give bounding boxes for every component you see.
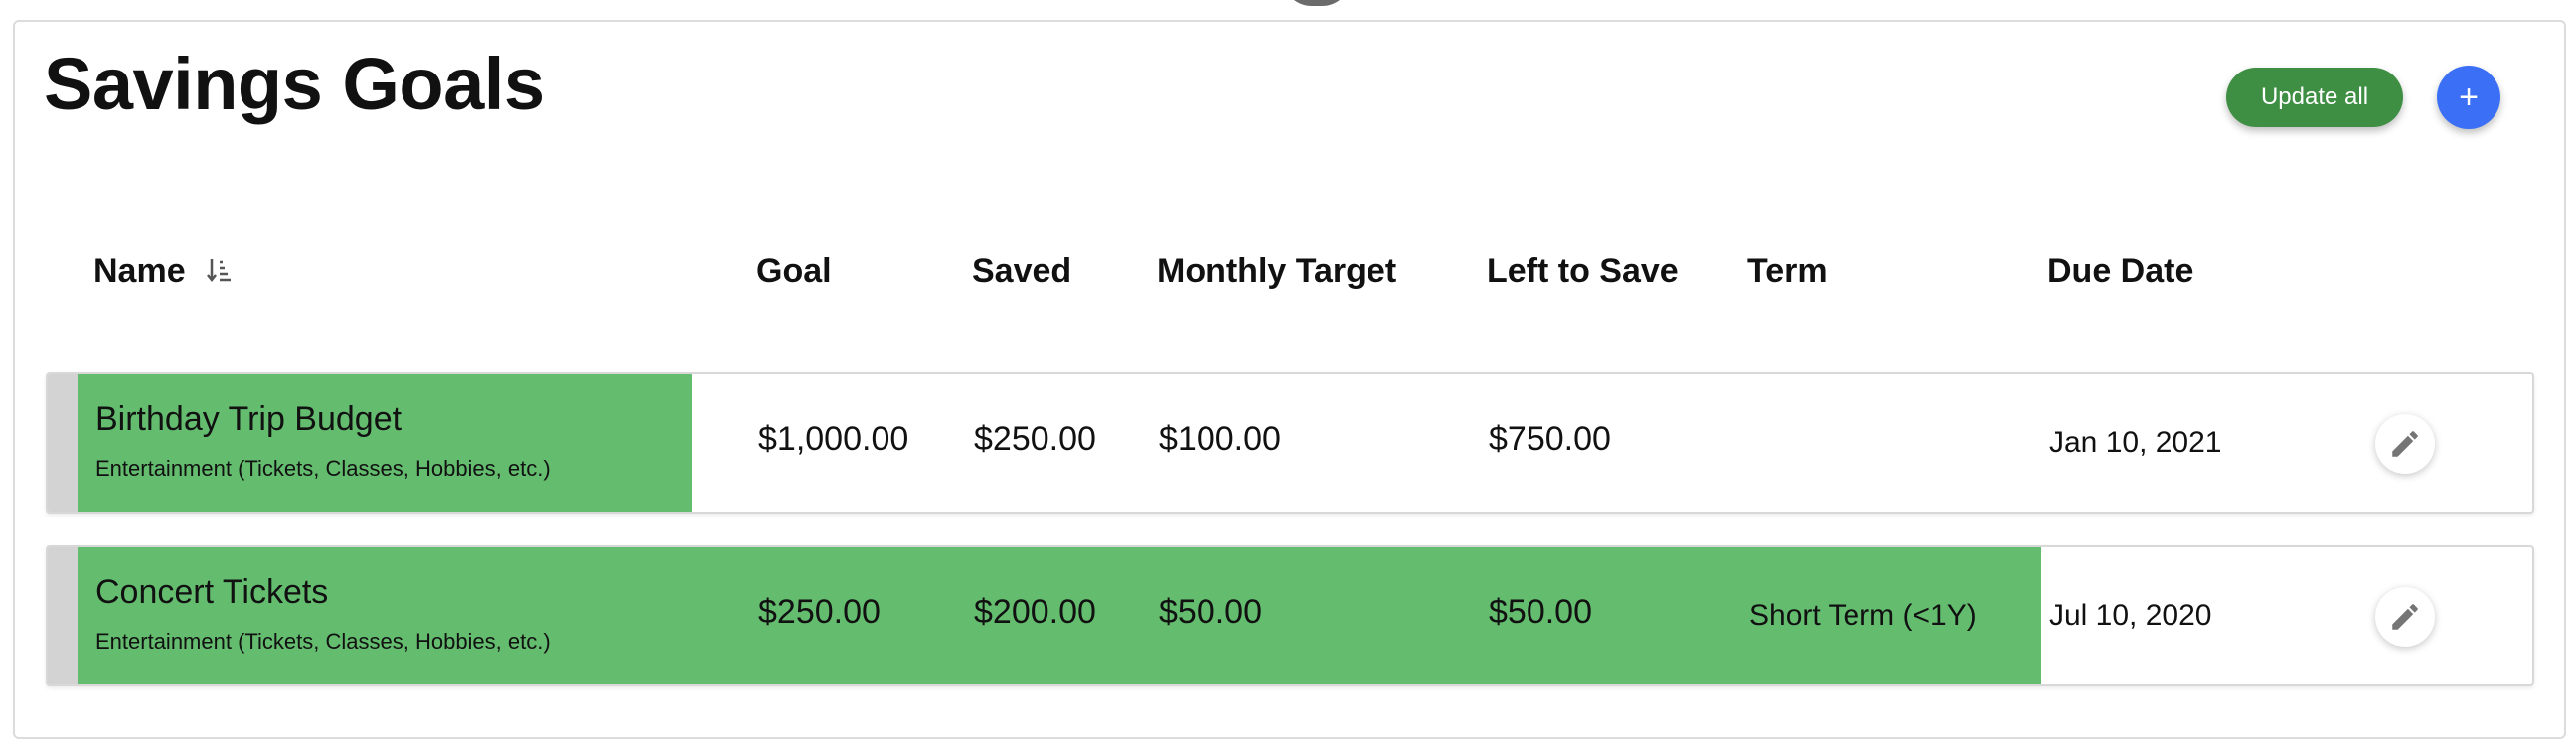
saved-amount: $200.00 — [974, 593, 1096, 631]
goal-category: Entertainment (Tickets, Classes, Hobbies… — [95, 456, 551, 481]
column-header-term[interactable]: Term — [1747, 252, 1828, 291]
goal-row[interactable]: Concert Tickets Entertainment (Tickets, … — [46, 545, 2534, 686]
monthly-target: $100.00 — [1159, 420, 1281, 458]
monthly-target: $50.00 — [1159, 593, 1262, 631]
column-header-monthly-target[interactable]: Monthly Target — [1157, 252, 1396, 291]
page-title: Savings Goals — [44, 43, 545, 125]
progress-fill — [78, 374, 692, 512]
update-all-button[interactable]: Update all — [2226, 68, 2403, 127]
column-header-name[interactable]: Name — [93, 252, 233, 293]
edit-goal-button[interactable] — [2375, 587, 2435, 647]
goal-category: Entertainment (Tickets, Classes, Hobbies… — [95, 629, 551, 654]
pencil-icon — [2392, 431, 2418, 457]
row-color-stub — [48, 547, 78, 684]
due-date: Jul 10, 2020 — [2049, 599, 2212, 632]
row-color-stub — [48, 374, 78, 512]
top-handle — [1282, 0, 1352, 6]
column-header-due-date[interactable]: Due Date — [2047, 252, 2193, 291]
column-header-label: Name — [93, 252, 186, 290]
left-to-save: $750.00 — [1489, 420, 1611, 458]
edit-goal-button[interactable] — [2375, 414, 2435, 474]
goal-amount: $1,000.00 — [758, 420, 909, 458]
due-date: Jan 10, 2021 — [2049, 426, 2222, 459]
term: Short Term (<1Y) — [1749, 599, 1977, 632]
goal-row[interactable]: Birthday Trip Budget Entertainment (Tick… — [46, 372, 2534, 514]
add-goal-button[interactable]: + — [2437, 66, 2500, 129]
saved-amount: $250.00 — [974, 420, 1096, 458]
goal-name: Concert Tickets — [95, 573, 329, 611]
sort-ascending-icon[interactable] — [207, 254, 233, 293]
pencil-icon — [2392, 604, 2418, 630]
left-to-save: $50.00 — [1489, 593, 1592, 631]
goal-name: Birthday Trip Budget — [95, 400, 402, 438]
column-header-saved[interactable]: Saved — [972, 252, 1071, 291]
column-header-left-to-save[interactable]: Left to Save — [1487, 252, 1679, 291]
goal-amount: $250.00 — [758, 593, 881, 631]
column-header-goal[interactable]: Goal — [756, 252, 832, 291]
